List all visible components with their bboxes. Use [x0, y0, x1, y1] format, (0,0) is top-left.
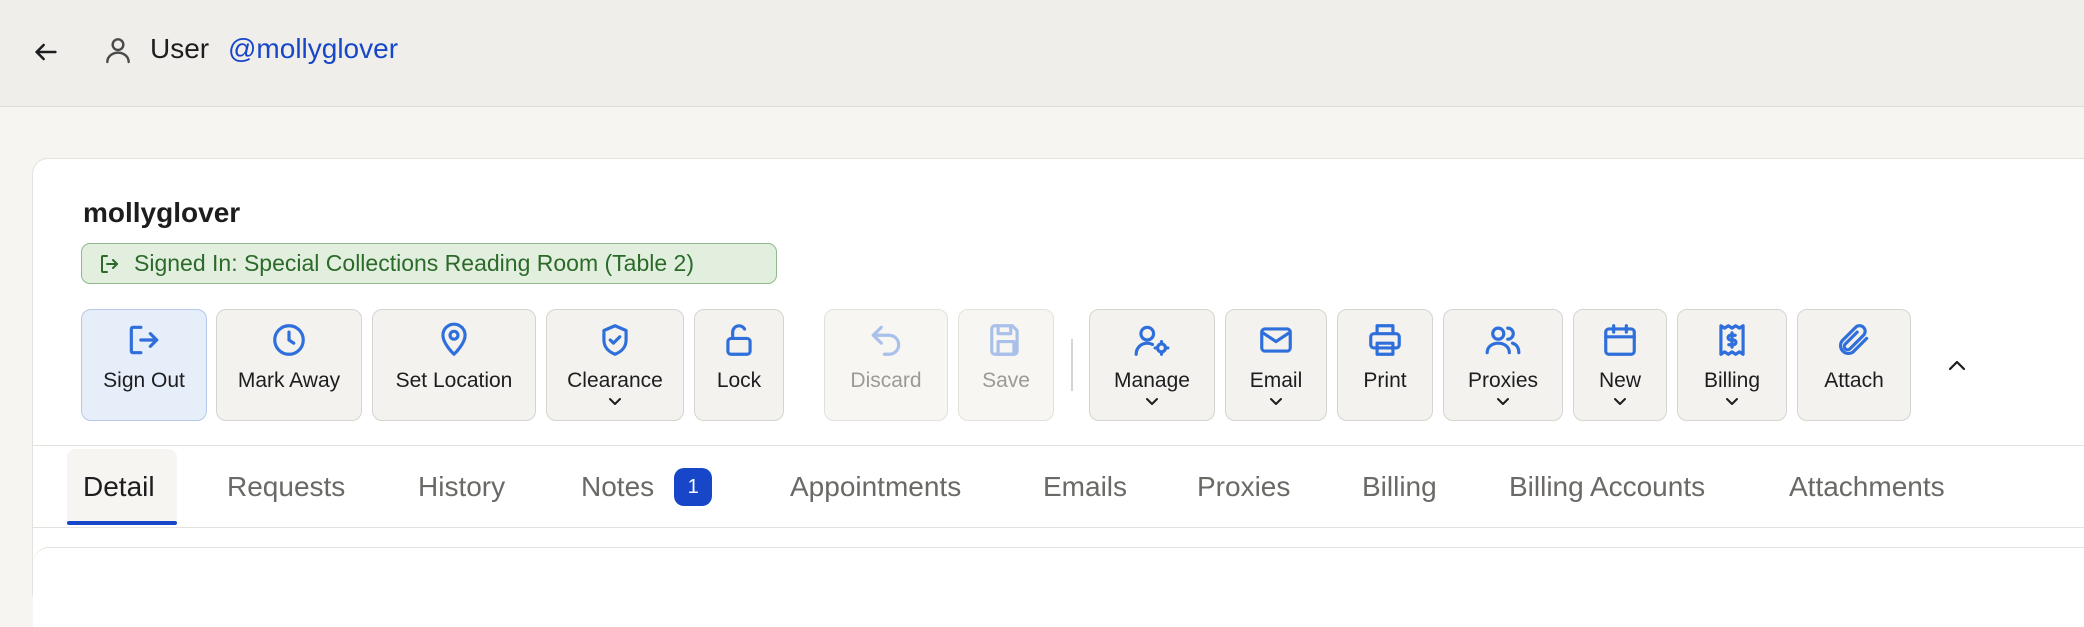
billing-label: Billing — [1703, 369, 1761, 392]
tab-attachments[interactable]: Attachments — [1789, 461, 1945, 513]
new-dropdown-button[interactable]: New — [1573, 309, 1667, 421]
save-label: Save — [982, 369, 1030, 392]
email-dropdown-button[interactable]: Email — [1225, 309, 1327, 421]
paperclip-icon — [1838, 324, 1869, 356]
manage-dropdown-button[interactable]: Manage — [1089, 309, 1215, 421]
tab-detail[interactable]: Detail — [83, 461, 155, 513]
detail-panel — [33, 547, 2084, 627]
map-pin-icon — [441, 322, 467, 356]
chevron-up-icon — [1948, 360, 1966, 371]
email-label: Email — [1249, 369, 1303, 392]
shield-check-icon — [602, 324, 628, 356]
tab-appointments[interactable]: Appointments — [790, 461, 961, 513]
mark-away-label: Mark Away — [237, 369, 341, 392]
top-bar: User @mollyglover — [0, 0, 2084, 107]
breadcrumb-user-handle-link[interactable]: @mollyglover — [228, 33, 398, 65]
proxies-dropdown-button[interactable]: Proxies — [1443, 309, 1563, 421]
tab-billing-accounts[interactable]: Billing Accounts — [1509, 461, 1705, 513]
user-icon — [106, 38, 130, 64]
arrow-left-icon — [35, 43, 57, 61]
undo-icon — [871, 325, 901, 356]
chevron-down-icon — [1614, 398, 1626, 405]
sign-out-button[interactable]: Sign Out — [81, 309, 207, 421]
set-location-button[interactable]: Set Location — [372, 309, 536, 421]
receipt-icon — [1719, 324, 1745, 356]
floppy-disk-icon — [990, 324, 1019, 356]
tabs-top-divider — [33, 445, 2084, 446]
billing-dropdown-button[interactable]: Billing — [1677, 309, 1787, 421]
mark-away-button[interactable]: Mark Away — [216, 309, 362, 421]
manage-label: Manage — [1114, 369, 1190, 392]
page-title: mollyglover — [83, 197, 241, 228]
breadcrumb-label: User — [150, 33, 210, 64]
signed-in-status-text: Signed In: Special Collections Reading R… — [134, 250, 694, 276]
chevron-down-icon — [1146, 398, 1158, 405]
sign-out-label: Sign Out — [103, 369, 185, 392]
sign-out-icon — [129, 325, 159, 355]
tab-emails[interactable]: Emails — [1043, 461, 1127, 513]
sign-in-icon — [101, 254, 118, 273]
user-cog-icon — [1134, 325, 1170, 356]
printer-icon — [1369, 324, 1401, 356]
tab-notes-label: Notes — [581, 471, 655, 502]
notes-count-badge: 1 — [674, 468, 713, 506]
attach-button[interactable]: Attach — [1797, 309, 1911, 421]
lock-label: Lock — [716, 369, 762, 392]
tab-notes[interactable]: Notes 1 — [581, 461, 713, 513]
new-label: New — [1598, 369, 1641, 392]
chevron-down-icon — [609, 398, 621, 405]
tab-history[interactable]: History — [418, 461, 505, 513]
set-location-label: Set Location — [395, 369, 513, 392]
active-tab-indicator — [67, 521, 177, 525]
users-icon — [1485, 326, 1521, 355]
tab-proxies[interactable]: Proxies — [1197, 461, 1290, 513]
toolbar-divider — [1071, 339, 1073, 391]
discard-label: Discard — [850, 369, 922, 392]
envelope-icon — [1260, 327, 1292, 353]
collapse-toolbar-button[interactable] — [1937, 345, 1977, 385]
clearance-label: Clearance — [567, 369, 663, 392]
discard-button[interactable]: Discard — [824, 309, 948, 421]
signed-in-status-badge: Signed In: Special Collections Reading R… — [81, 243, 777, 284]
proxies-label: Proxies — [1467, 369, 1539, 392]
tab-billing[interactable]: Billing — [1362, 461, 1437, 513]
tabs-bottom-divider — [33, 527, 2084, 528]
clock-icon — [273, 324, 305, 356]
attach-label: Attach — [1824, 369, 1884, 392]
calendar-icon — [1604, 324, 1636, 356]
unlock-icon — [726, 324, 752, 356]
chevron-down-icon — [1497, 398, 1509, 405]
chevron-down-icon — [1726, 398, 1738, 405]
tab-requests[interactable]: Requests — [227, 461, 345, 513]
print-label: Print — [1363, 369, 1407, 392]
lock-button[interactable]: Lock — [694, 309, 784, 421]
clearance-dropdown-button[interactable]: Clearance — [546, 309, 684, 421]
user-record-card: mollyglover Signed In: Special Collectio… — [32, 158, 2084, 627]
chevron-down-icon — [1270, 398, 1282, 405]
print-button[interactable]: Print — [1337, 309, 1433, 421]
back-button[interactable] — [28, 34, 64, 70]
save-button[interactable]: Save — [958, 309, 1054, 421]
